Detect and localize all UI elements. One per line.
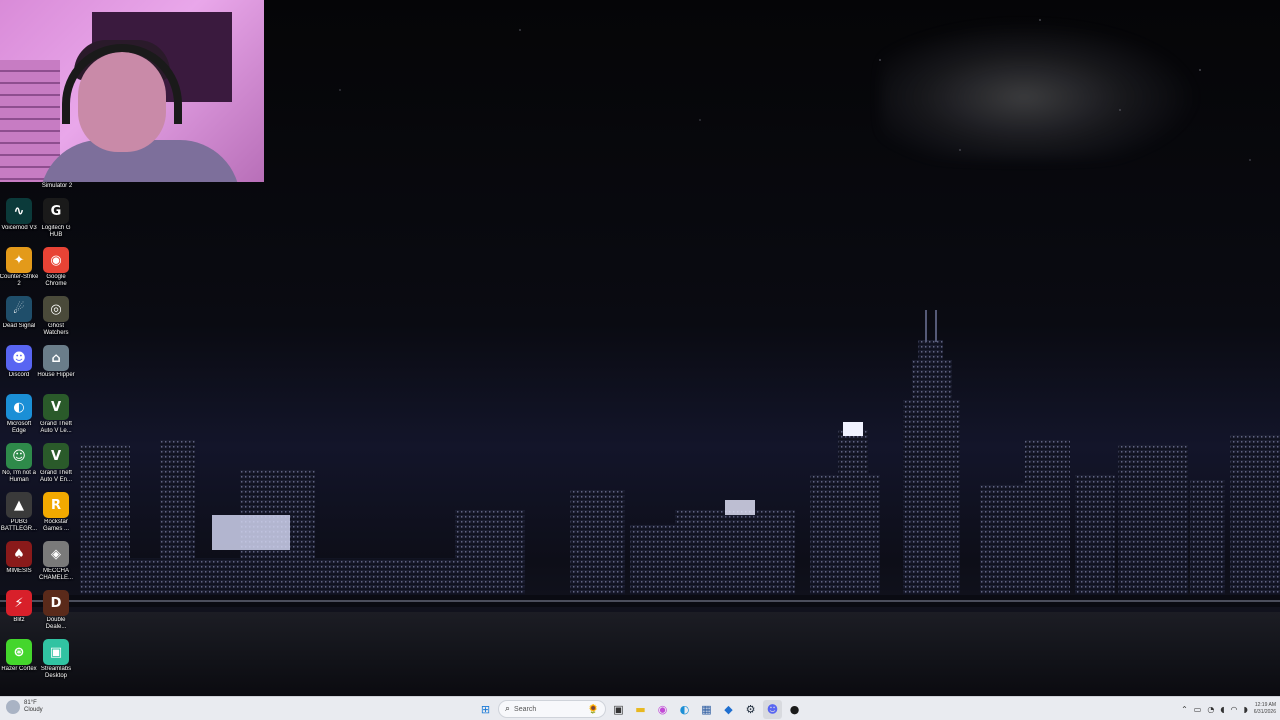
search-highlight-icon: 🌻: [587, 703, 599, 714]
blitz-icon: ⚡: [6, 590, 32, 616]
dead-signal-icon: ☄: [6, 296, 32, 322]
desktop-icon[interactable]: ☻ Discord: [0, 345, 38, 393]
volume-icon[interactable]: ◖: [1220, 705, 1224, 714]
gta-v-enhanced-icon: V: [43, 443, 69, 469]
search-icon: ⌕: [505, 704, 511, 714]
system-tray: ⌃ ▭ ◔ ◖ ◠ ◗ 12:19 AM 6/31/2026: [1181, 699, 1276, 719]
obs-icon[interactable]: ●: [785, 700, 804, 719]
pubg-icon: ▲: [6, 492, 32, 518]
steam-icon[interactable]: ⚙: [741, 700, 760, 719]
desktop-icon-label: Microsoft Edge: [6, 421, 32, 434]
chrome-icon: ◉: [43, 247, 69, 273]
voicemod-icon: ∿: [6, 198, 32, 224]
desktop-icon-label: Double Deale...: [45, 617, 67, 630]
desktop-icon[interactable]: ⊛ Razer Cortex: [0, 639, 38, 687]
desktop-icon[interactable]: ✦ Counter-Strike 2: [0, 247, 38, 295]
ghost-watchers-icon: ◎: [43, 296, 69, 322]
wallpaper-skyline: [0, 310, 1280, 607]
desktop-icon[interactable]: ∿ Voicemod V3: [0, 198, 38, 246]
logitech-icon: G: [43, 198, 69, 224]
desktop-icon-label: Blitz: [13, 617, 25, 623]
clock[interactable]: 12:19 AM 6/31/2026: [1254, 702, 1276, 716]
desktop-icon-label: MIMESIS: [6, 568, 32, 574]
desktop-icon-label-partial: Simulator 2: [41, 183, 73, 189]
wallpaper-water: [0, 612, 1280, 696]
clock-date: 6/31/2026: [1253, 709, 1276, 715]
desktop-icon[interactable]: V Grand Theft Auto V Le...: [37, 394, 75, 442]
house-flipper-icon: ⌂: [43, 345, 69, 371]
desktop-icon[interactable]: ▣ Streamlabs Desktop: [37, 639, 75, 687]
start-button[interactable]: ⊞: [476, 700, 495, 719]
discord-icon: ☻: [6, 345, 32, 371]
task-view-icon[interactable]: ▣: [609, 700, 628, 719]
taskbar: 81°F Cloudy ⊞ ⌕ Search 🌻 ▣ ▬ ◉ ◐ ▦ ◆ ⚙ ☻…: [0, 696, 1280, 720]
desktop-icon[interactable]: ◐ Microsoft Edge: [0, 394, 38, 442]
gta-v-icon: V: [43, 394, 69, 420]
double-dealer-icon: D: [43, 590, 69, 616]
desktop-icon-label: House Flipper: [37, 372, 75, 378]
desktop-icon[interactable]: V Grand Theft Auto V En...: [37, 443, 75, 491]
file-explorer-icon[interactable]: ▬: [631, 700, 650, 719]
meccha-chameleon-icon: ◈: [43, 541, 69, 567]
desktop-icon[interactable]: ♠ MIMESIS: [0, 541, 38, 589]
wifi-icon[interactable]: ◠: [1231, 705, 1238, 714]
desktop-icon-label: Streamlabs Desktop: [40, 666, 72, 679]
desktop-icon-label: Dead Signal: [2, 323, 36, 329]
desktop-icon-label: Grand Theft Auto V Le...: [40, 421, 72, 434]
desktop-icon[interactable]: ⌂ House Flipper: [37, 345, 75, 393]
desktop-icon[interactable]: ▲ PUBG BATTLEGR...: [0, 492, 38, 540]
no-im-not-a-human-icon: ☺: [6, 443, 32, 469]
edge-icon[interactable]: ◐: [675, 700, 694, 719]
desktop-icon-label: No, I'm not a Human: [2, 470, 36, 483]
desktop-icon-label: MECCHA CHAMELE...: [38, 568, 73, 581]
desktop-icon[interactable]: ⚡ Blitz: [0, 590, 38, 638]
desktop-icon[interactable]: ◎ Ghost Watchers: [37, 296, 75, 344]
desktop-icon[interactable]: ◈ MECCHA CHAMELE...: [37, 541, 75, 589]
wallpaper-nebula: [880, 20, 1200, 160]
desktop-icon-label: Google Chrome: [45, 274, 67, 287]
copilot-icon[interactable]: ◉: [653, 700, 672, 719]
discord-icon[interactable]: ☻: [763, 699, 782, 719]
clock-time: 12:19 AM: [1254, 702, 1276, 708]
webcam-overlay: [0, 0, 264, 182]
chevron-up-icon[interactable]: ⌃: [1181, 705, 1188, 714]
weather-description: Cloudy: [24, 707, 43, 713]
cs2-icon: ✦: [6, 247, 32, 273]
search-placeholder: Search: [514, 705, 537, 713]
desktop-icon-label: Logitech G HUB: [41, 225, 71, 238]
taskbar-search[interactable]: ⌕ Search 🌻: [498, 700, 606, 718]
desktop-icon-label: Ghost Watchers: [43, 323, 69, 336]
app-icon[interactable]: ◆: [719, 700, 738, 719]
weather-widget[interactable]: 81°F Cloudy: [6, 700, 43, 714]
network-icon[interactable]: ◔: [1207, 705, 1214, 714]
desktop-icon-label: Rockstar Games ...: [42, 519, 69, 532]
desktop-icon-label: Counter-Strike 2: [0, 274, 39, 287]
taskbar-apps: ⊞ ⌕ Search 🌻 ▣ ▬ ◉ ◐ ▦ ◆ ⚙ ☻ ●: [476, 699, 804, 719]
desktop-icon[interactable]: ☄ Dead Signal: [0, 296, 38, 344]
calculator-icon[interactable]: ▦: [697, 700, 716, 719]
rockstar-icon: R: [43, 492, 69, 518]
desktop-icon[interactable]: D Double Deale...: [37, 590, 75, 638]
desktop-icon-label: Grand Theft Auto V En...: [39, 470, 73, 483]
edge-icon: ◐: [6, 394, 32, 420]
desktop-icon[interactable]: ☺ No, I'm not a Human: [0, 443, 38, 491]
desktop-icon[interactable]: R Rockstar Games ...: [37, 492, 75, 540]
weather-temperature: 81°F: [24, 700, 37, 706]
razer-cortex-icon: ⊛: [6, 639, 32, 665]
desktop-icon-label: PUBG BATTLEGR...: [0, 519, 38, 532]
battery-icon[interactable]: ▭: [1194, 705, 1202, 714]
desktop-icon[interactable]: G Logitech G HUB: [37, 198, 75, 246]
streamlabs-icon: ▣: [43, 639, 69, 665]
speaker-icon[interactable]: ◗: [1244, 705, 1248, 714]
desktop-icon-label: Razer Cortex: [1, 666, 37, 672]
cloud-icon: [6, 700, 20, 714]
desktop-icon[interactable]: ◉ Google Chrome: [37, 247, 75, 295]
mimesis-icon: ♠: [6, 541, 32, 567]
desktop-icon-label: Voicemod V3: [1, 225, 37, 231]
desktop-icon-label: Discord: [8, 372, 30, 378]
